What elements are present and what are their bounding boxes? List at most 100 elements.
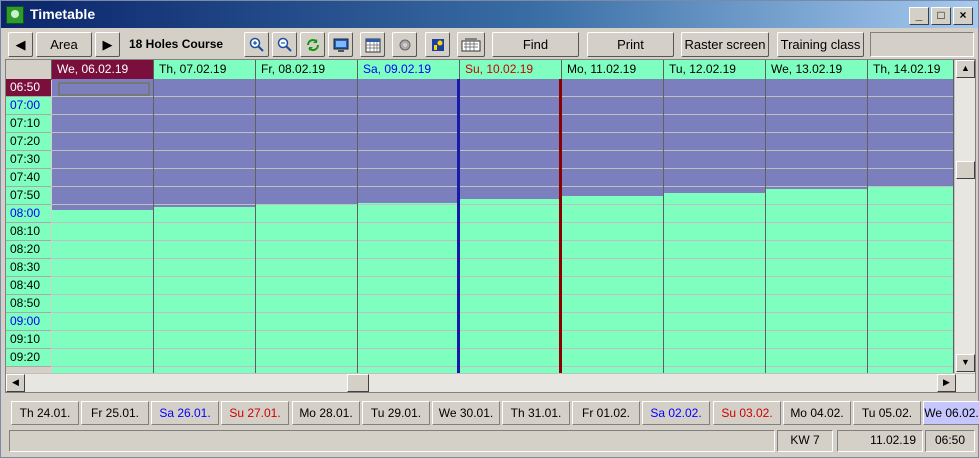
app-icon	[6, 6, 24, 24]
day-header[interactable]: We, 06.02.19	[52, 60, 154, 80]
find-label: Find	[522, 37, 549, 52]
horizontal-scroll-thumb[interactable]	[347, 374, 369, 392]
area-prev-button[interactable]: ◀	[8, 32, 33, 57]
day-slot-column[interactable]	[460, 79, 562, 373]
time-label[interactable]: 08:00	[6, 205, 51, 223]
zoom-out-button[interactable]	[272, 32, 297, 57]
gear-icon	[399, 39, 410, 50]
time-label[interactable]: 08:50	[6, 295, 51, 313]
day-slot-column[interactable]	[52, 79, 154, 373]
time-indicator: 06:50	[925, 430, 975, 452]
arrow-left-icon: ◀	[15, 36, 26, 52]
zoom-out-icon	[277, 37, 292, 52]
horizontal-scrollbar[interactable]: ◀ ▶	[6, 373, 975, 392]
time-label[interactable]: 07:50	[6, 187, 51, 205]
time-label[interactable]: 07:20	[6, 133, 51, 151]
day-tab[interactable]: We 06.02.	[923, 401, 979, 425]
close-button[interactable]: ×	[953, 7, 973, 25]
day-header[interactable]: Th, 07.02.19	[154, 60, 256, 80]
selected-slot-cursor[interactable]	[58, 82, 150, 96]
scroll-down-button[interactable]: ▼	[956, 354, 975, 372]
day-tab[interactable]: Mo 28.01.	[292, 401, 360, 425]
day-header[interactable]: Fr, 08.02.19	[256, 60, 358, 80]
slot-gridlines	[562, 79, 663, 373]
time-label[interactable]: 07:30	[6, 151, 51, 169]
scroll-left-button[interactable]: ◀	[6, 374, 25, 392]
vertical-scroll-thumb[interactable]	[956, 161, 975, 179]
day-slot-column[interactable]	[562, 79, 664, 373]
zoom-in-icon	[249, 37, 264, 52]
area-next-button[interactable]: ▶	[95, 32, 120, 57]
time-label[interactable]: 07:40	[6, 169, 51, 187]
day-slot-column[interactable]	[358, 79, 460, 373]
day-tab[interactable]: Fr 01.02.	[572, 401, 640, 425]
status-message	[9, 430, 775, 452]
zoom-in-button[interactable]	[244, 32, 269, 57]
time-label[interactable]: 07:00	[6, 97, 51, 115]
day-slot-column[interactable]	[766, 79, 868, 373]
time-label[interactable]: 08:10	[6, 223, 51, 241]
window-title: Timetable	[30, 6, 96, 22]
day-tab[interactable]: Su 27.01.	[221, 401, 289, 425]
day-tab[interactable]: Sa 02.02.	[642, 401, 710, 425]
day-tab[interactable]: Th 31.01.	[502, 401, 570, 425]
day-header[interactable]: We, 13.02.19	[766, 60, 868, 80]
keyboard-icon	[461, 38, 481, 51]
members-icon	[431, 38, 444, 51]
toolbar-status-field	[870, 32, 974, 57]
training-class-button[interactable]: Training class	[777, 32, 864, 57]
time-label[interactable]: 08:30	[6, 259, 51, 277]
scroll-right-button[interactable]: ▶	[937, 374, 956, 392]
time-label[interactable]: 08:40	[6, 277, 51, 295]
day-tab[interactable]: Su 03.02.	[713, 401, 781, 425]
day-tab[interactable]: We 30.01.	[432, 401, 500, 425]
find-button[interactable]: Find	[492, 32, 579, 57]
slot-gridlines	[358, 79, 457, 373]
course-name: 18 Holes Course	[129, 37, 224, 51]
raster-screen-button[interactable]: Raster screen	[681, 32, 769, 57]
day-slot-column[interactable]	[868, 79, 954, 373]
slot-gridlines	[52, 79, 153, 373]
vertical-scrollbar[interactable]: ▲ ▼	[954, 60, 975, 373]
day-header[interactable]: Th, 14.02.19	[868, 60, 954, 80]
time-label[interactable]: 09:20	[6, 349, 51, 367]
area-label: Area	[50, 37, 78, 52]
time-label[interactable]: 09:00	[6, 313, 51, 331]
slot-gridlines	[868, 79, 953, 373]
keyboard-button[interactable]	[457, 32, 485, 57]
refresh-button[interactable]	[300, 32, 325, 57]
day-slot-column[interactable]	[664, 79, 766, 373]
members-button[interactable]	[425, 32, 450, 57]
day-header[interactable]: Su, 10.02.19	[460, 60, 562, 80]
slot-gridlines	[256, 79, 357, 373]
day-slot-column[interactable]	[154, 79, 256, 373]
title-bar[interactable]: Timetable _ □ ×	[1, 1, 978, 28]
day-tab[interactable]: Fr 25.01.	[81, 401, 149, 425]
print-button[interactable]: Print	[587, 32, 674, 57]
settings-button[interactable]	[392, 32, 417, 57]
scroll-up-button[interactable]: ▲	[956, 60, 975, 78]
day-tab[interactable]: Mo 04.02.	[783, 401, 851, 425]
monitor-icon	[333, 38, 348, 52]
screen-view-button[interactable]	[328, 32, 353, 57]
time-label[interactable]: 09:10	[6, 331, 51, 349]
day-tab[interactable]: Tu 29.01.	[362, 401, 430, 425]
day-slot-column[interactable]	[256, 79, 358, 373]
day-tab[interactable]: Sa 26.01.	[151, 401, 219, 425]
time-label[interactable]: 07:10	[6, 115, 51, 133]
maximize-button[interactable]: □	[931, 7, 951, 25]
day-header[interactable]: Tu, 12.02.19	[664, 60, 766, 80]
week-indicator: KW 7	[777, 430, 833, 452]
calendar-button[interactable]	[360, 32, 385, 57]
time-label[interactable]: 08:20	[6, 241, 51, 259]
day-header[interactable]: Sa, 09.02.19	[358, 60, 460, 80]
area-button[interactable]: Area	[36, 32, 92, 57]
day-tab[interactable]: Th 24.01.	[11, 401, 79, 425]
day-header[interactable]: Mo, 11.02.19	[562, 60, 664, 80]
arrow-right-icon: ▶	[102, 36, 113, 52]
slot-gridlines	[664, 79, 765, 373]
minimize-button[interactable]: _	[909, 7, 929, 25]
time-label[interactable]: 06:50	[6, 79, 51, 97]
day-tab[interactable]: Tu 05.02.	[853, 401, 921, 425]
day-header-row: We, 06.02.19 Th, 07.02.19 Fr, 08.02.19 Sa, …	[6, 60, 954, 80]
